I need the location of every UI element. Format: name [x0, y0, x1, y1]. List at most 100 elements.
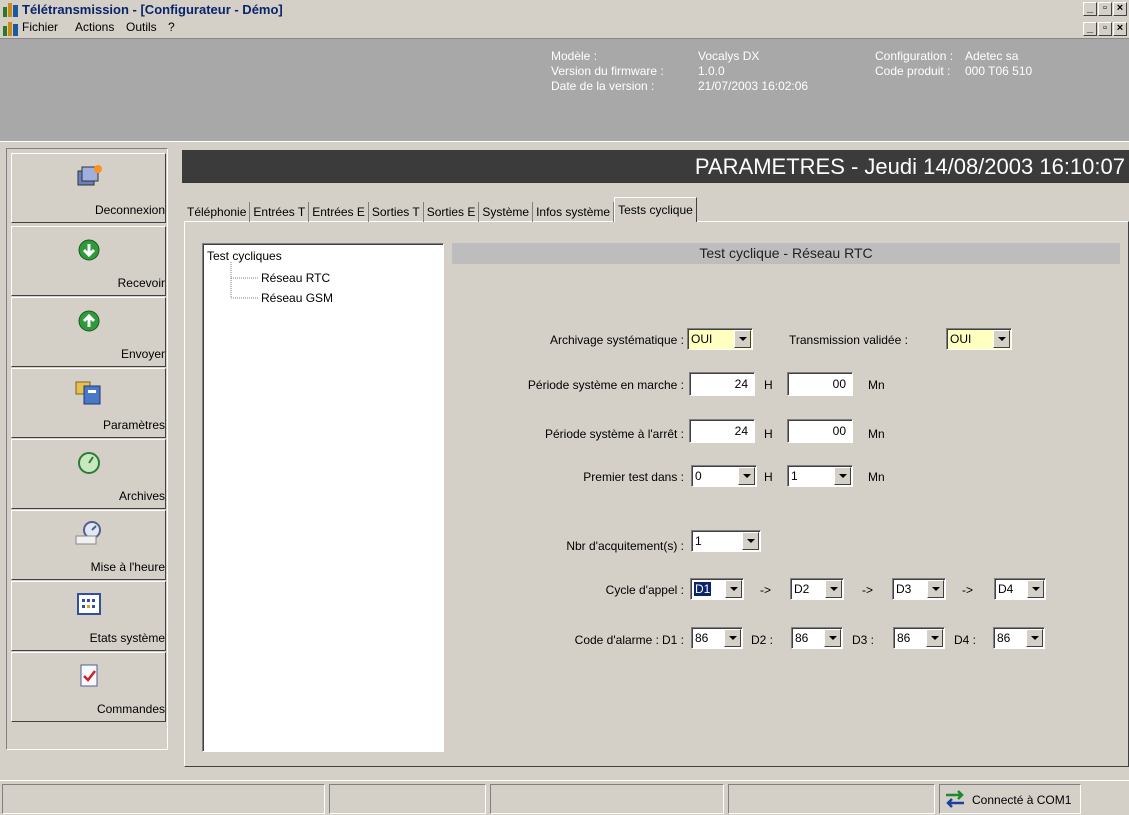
tree-root[interactable]: Test cycliques [207, 249, 282, 263]
archivage-label: Archivage systématique : [549, 333, 684, 347]
archivage-value: OUI [691, 332, 713, 346]
product-code-label: Code produit : [875, 64, 951, 78]
sidebar: Deconnexion Recevoir Envoyer Paramètres … [6, 148, 168, 750]
minimize-icon[interactable]: _ [1083, 2, 1097, 16]
code-slot-d1: D1 : [662, 633, 685, 647]
chevron-down-icon[interactable] [824, 629, 841, 647]
hours-unit: H [764, 427, 773, 441]
cycle-appel-value-3: D3 [896, 582, 912, 596]
chevron-down-icon[interactable] [738, 467, 755, 485]
chevron-down-icon[interactable] [834, 467, 851, 485]
transmission-value: OUI [950, 332, 972, 346]
restore-icon[interactable]: ▫ [1098, 2, 1112, 16]
chevron-down-icon[interactable] [825, 580, 842, 598]
sidebar-item-label: Envoyer [120, 347, 165, 361]
cycle-appel-select-1[interactable]: D1 [690, 578, 744, 600]
transmission-select[interactable]: OUI [946, 328, 1012, 350]
code-alarme-label: Code d'alarme : [574, 633, 659, 647]
chevron-down-icon[interactable] [742, 532, 759, 550]
doc-minimize-icon[interactable]: _ [1083, 22, 1097, 36]
status-pane [490, 784, 724, 814]
chevron-down-icon[interactable] [724, 629, 741, 647]
chevron-down-icon[interactable] [734, 330, 751, 348]
tree-lines [230, 262, 259, 299]
periode-arret-minutes-input[interactable]: 00 [787, 419, 853, 443]
firmware-value: 1.0.0 [698, 64, 725, 78]
code-alarme-select-4[interactable]: 86 [993, 627, 1045, 649]
menu-help[interactable]: ? [168, 20, 175, 34]
status-bar: Connecté à COM1 [0, 780, 1129, 815]
periode-marche-minutes-input[interactable]: 00 [787, 372, 853, 396]
code-slot-d3: D3 : [852, 633, 875, 647]
code-alarme-select-3[interactable]: 86 [893, 627, 945, 649]
hours-unit: H [764, 378, 773, 392]
premier-test-hours-value: 0 [695, 469, 702, 483]
menu-fichier[interactable]: Fichier [22, 20, 58, 34]
code-alarme-select-1[interactable]: 86 [691, 627, 743, 649]
premier-test-hours-select[interactable]: 0 [691, 465, 757, 487]
tab-entrees-e[interactable]: Entrées E [309, 202, 369, 222]
code-alarme-value-4: 86 [997, 631, 1011, 645]
sidebar-item-parametres[interactable]: Paramètres [11, 368, 166, 438]
premier-test-minutes-select[interactable]: 1 [787, 465, 853, 487]
menu-actions[interactable]: Actions [75, 20, 114, 34]
tree-node-rtc[interactable]: Réseau RTC [261, 271, 330, 285]
doc-restore-icon[interactable]: ▫ [1098, 22, 1112, 36]
doc-close-icon[interactable]: × [1113, 22, 1127, 36]
chevron-down-icon[interactable] [1026, 629, 1043, 647]
cycle-appel-value-4: D4 [998, 582, 1014, 596]
tab-tests-cyclique[interactable]: Tests cyclique [614, 197, 697, 222]
sidebar-item-recevoir[interactable]: Recevoir [11, 226, 166, 296]
sidebar-item-deconnexion[interactable]: Deconnexion [11, 153, 166, 223]
tree-node-gsm[interactable]: Réseau GSM [261, 291, 333, 305]
device-info-header: Modèle : Vocalys DX Version du firmware … [0, 38, 1129, 142]
configuration-value: Adetec sa [965, 49, 1019, 63]
periode-arret-label: Période système à l'arrêt : [544, 427, 684, 441]
product-code-value: 000 T06 510 [965, 64, 1033, 78]
cycle-appel-select-3[interactable]: D3 [892, 578, 946, 600]
tab-bar: Téléphonie Entrées T Entrées E Sorties T… [184, 196, 697, 222]
connection-status-text: Connecté à COM1 [972, 793, 1072, 807]
tab-infos-systeme[interactable]: Infos système [533, 202, 615, 222]
sidebar-item-etats-systeme[interactable]: Etats système [11, 581, 166, 651]
page-title: PARAMETRES - Jeudi 14/08/2003 16:10:07 [182, 150, 1129, 183]
tab-telephonie[interactable]: Téléphonie [184, 202, 251, 222]
sidebar-item-label: Deconnexion [94, 203, 165, 217]
nbr-acquitement-select[interactable]: 1 [691, 530, 761, 552]
chevron-down-icon[interactable] [993, 330, 1010, 348]
sidebar-item-archives[interactable]: Archives [11, 439, 166, 509]
cycle-appel-select-4[interactable]: D4 [994, 578, 1046, 600]
tab-sorties-t[interactable]: Sorties T [369, 202, 424, 222]
code-alarme-value-3: 86 [897, 631, 911, 645]
menu-outils[interactable]: Outils [126, 20, 157, 34]
cycle-arrow: -> [760, 583, 772, 597]
chevron-down-icon[interactable] [927, 580, 944, 598]
code-alarme-value-2: 86 [795, 631, 809, 645]
test-tree: Test cycliques Réseau RTC Réseau GSM [202, 243, 444, 752]
sidebar-item-envoyer[interactable]: Envoyer [11, 297, 166, 367]
cycle-appel-select-2[interactable]: D2 [790, 578, 844, 600]
archivage-select[interactable]: OUI [687, 328, 753, 350]
sidebar-item-label: Archives [118, 489, 165, 503]
parameters-icon [75, 381, 100, 405]
code-alarme-select-2[interactable]: 86 [791, 627, 843, 649]
chevron-down-icon[interactable] [926, 629, 943, 647]
document-icon [3, 22, 18, 36]
menu-bar: Fichier Actions Outils ? _ ▫ × [0, 19, 1129, 38]
chevron-down-icon[interactable] [725, 580, 742, 598]
chevron-down-icon[interactable] [1027, 580, 1044, 598]
model-label: Modèle : [551, 49, 598, 63]
sidebar-item-label: Recevoir [117, 276, 165, 290]
tab-sorties-e[interactable]: Sorties E [424, 202, 480, 222]
periode-arret-hours-input[interactable]: 24 [689, 419, 755, 443]
tab-entrees-t[interactable]: Entrées T [250, 202, 310, 222]
sidebar-item-mise-a-lheure[interactable]: Mise à l'heure [11, 510, 166, 580]
code-slot-d2: D2 : [751, 633, 774, 647]
sidebar-item-commandes[interactable]: Commandes [11, 652, 166, 722]
app-icon [3, 3, 18, 17]
periode-marche-hours-input[interactable]: 24 [689, 372, 755, 396]
tab-systeme[interactable]: Système [479, 202, 534, 222]
download-icon [78, 239, 99, 261]
close-icon[interactable]: × [1113, 2, 1127, 16]
window-title: Télétransmission - [Configurateur - Démo… [22, 2, 283, 17]
